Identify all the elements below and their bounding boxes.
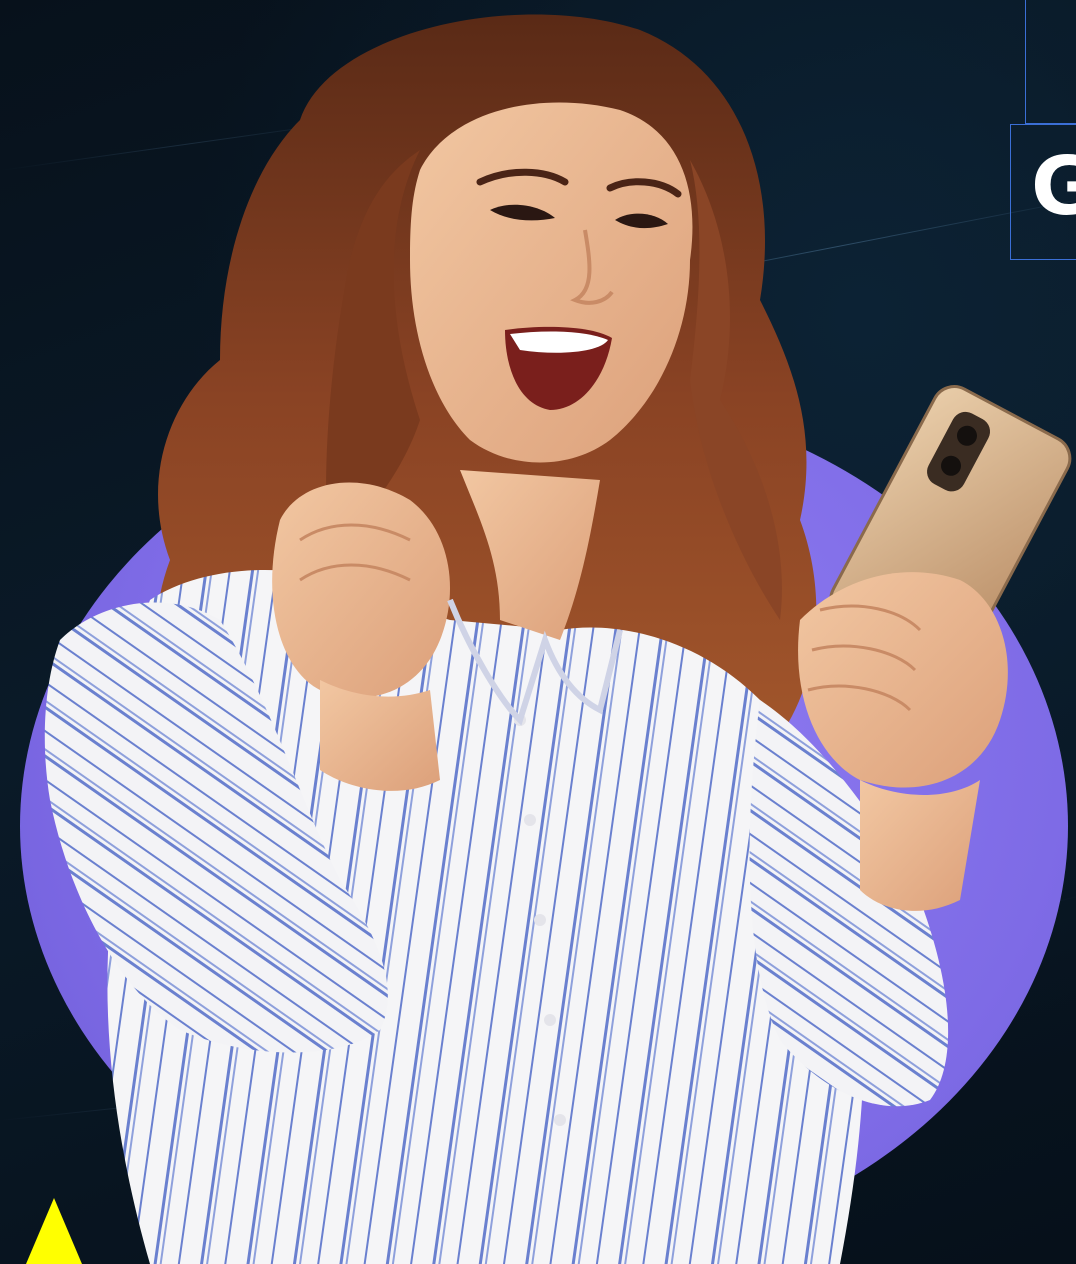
forearm-right <box>860 780 980 911</box>
hero-section: G <box>0 0 1076 1264</box>
hand-right <box>798 572 1008 788</box>
fist <box>272 482 450 698</box>
shirt-button <box>554 1114 566 1126</box>
shirt-button <box>544 1014 556 1026</box>
shirt-button <box>534 914 546 926</box>
woman-with-phone-photo <box>44 14 1072 1264</box>
shirt-button <box>524 814 536 826</box>
forearm-left <box>320 680 440 791</box>
up-arrow-icon <box>26 1198 82 1264</box>
